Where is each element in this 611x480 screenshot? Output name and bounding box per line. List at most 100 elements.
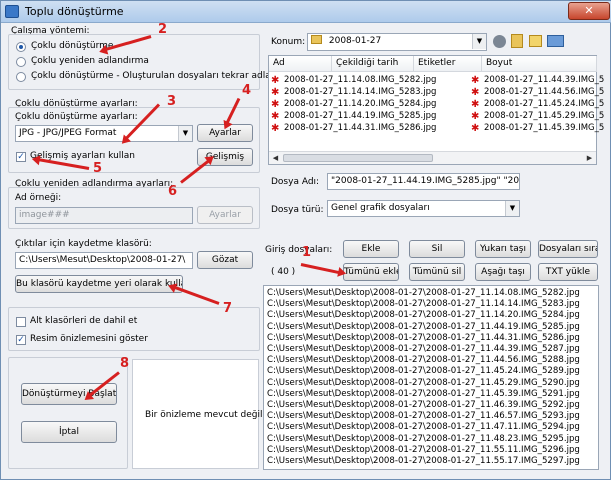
input-file-item[interactable]: C:\Users\Mesut\Desktop\2008-01-27\2008-0… — [267, 344, 580, 354]
radio-multi-convert[interactable] — [16, 42, 26, 52]
radio-convert-rename-label: Çoklu dönüştürme - Oluşturulan dosyaları… — [31, 71, 303, 81]
input-file-item[interactable]: C:\Users\Mesut\Desktop\2008-01-27\2008-0… — [267, 456, 580, 466]
filetype-label: Dosya türü: — [271, 205, 324, 215]
radio-multi-rename[interactable] — [16, 57, 26, 67]
file-item[interactable]: ✱ 2008-01-27_11.44.31.IMG_5286.jpg — [271, 122, 436, 135]
back-icon[interactable] — [493, 35, 506, 48]
new-folder-icon[interactable] — [529, 35, 542, 47]
file-item-label: 2008-01-27_11.14.08.IMG_5282.jpg — [284, 75, 437, 85]
subfolders-label: Alt klasörleri de dahil et — [30, 316, 138, 326]
input-file-item[interactable]: C:\Users\Mesut\Desktop\2008-01-27\2008-0… — [267, 310, 580, 320]
output-path-input[interactable]: C:\Users\Mesut\Desktop\2008-01-27\ — [15, 252, 193, 269]
input-file-item[interactable]: C:\Users\Mesut\Desktop\2008-01-27\2008-0… — [267, 355, 580, 365]
actions-group — [8, 357, 128, 469]
input-file-item[interactable]: C:\Users\Mesut\Desktop\2008-01-27\2008-0… — [267, 299, 580, 309]
folder-icon — [311, 35, 322, 44]
image-file-icon: ✱ — [471, 111, 480, 122]
preview-label: Resim önizlemesini göster — [30, 334, 148, 344]
input-file-item[interactable]: C:\Users\Mesut\Desktop\2008-01-27\2008-0… — [267, 366, 580, 376]
file-list[interactable]: Ad Çekildiği tarih Etiketler Boyut ✱ 2008… — [268, 55, 604, 165]
format-select[interactable]: JPG - JPG/JPEG Format ▼ — [15, 125, 193, 142]
rename-example-label: Ad örneği: — [15, 193, 62, 203]
input-file-item[interactable]: C:\Users\Mesut\Desktop\2008-01-27\2008-0… — [267, 445, 580, 455]
convert-settings-sublabel: Çoklu dönüştürme ayarları: — [15, 112, 138, 122]
input-file-item[interactable]: C:\Users\Mesut\Desktop\2008-01-27\2008-0… — [267, 333, 580, 343]
cancel-button[interactable]: İptal — [21, 421, 117, 443]
annotation-number: 5 — [93, 161, 103, 176]
close-button[interactable]: ✕ — [568, 2, 610, 20]
use-folder-button[interactable]: Bu klasörü kaydetme yeri olarak kullan — [15, 275, 183, 293]
image-file-icon: ✱ — [271, 99, 280, 110]
file-item[interactable]: ✱ 2008-01-27_11.45.39.IMG_5 — [471, 122, 604, 135]
annotation-number: 7 — [223, 301, 233, 316]
image-file-icon: ✱ — [471, 75, 480, 86]
column-tags[interactable]: Etiketler — [414, 56, 482, 72]
file-item-label: 2008-01-27_11.44.56.IMG_5 — [484, 87, 605, 97]
annotation-number: 6 — [168, 184, 178, 199]
batch-convert-window: Toplu dönüştürme ✕ Çalışma yöntemi: Çokl… — [0, 0, 611, 480]
file-item-label: 2008-01-27_11.44.19.IMG_5285.jpg — [284, 111, 437, 121]
input-files-list[interactable]: C:\Users\Mesut\Desktop\2008-01-27\2008-0… — [263, 285, 599, 470]
annotation-number: 1 — [302, 245, 312, 260]
file-item-label: 2008-01-27_11.45.29.IMG_5 — [484, 111, 605, 121]
annotation-number: 8 — [120, 356, 130, 371]
scroll-thumb[interactable] — [283, 154, 433, 162]
rename-example-input[interactable]: image### — [15, 207, 193, 224]
annotation-number: 2 — [158, 22, 168, 37]
annotation-number: 3 — [167, 94, 177, 109]
column-date-taken[interactable]: Çekildiği tarih — [332, 56, 414, 72]
sort-files-button[interactable]: Dosyaları sırala — [538, 240, 598, 258]
input-file-item[interactable]: C:\Users\Mesut\Desktop\2008-01-27\2008-0… — [267, 434, 580, 444]
location-label: Konum: — [271, 37, 306, 47]
window-title: Toplu dönüştürme — [25, 5, 124, 18]
input-file-item[interactable]: C:\Users\Mesut\Desktop\2008-01-27\2008-0… — [267, 411, 580, 421]
up-folder-icon[interactable] — [511, 34, 523, 48]
preview-checkbox[interactable]: ✓ — [16, 335, 26, 345]
chevron-down-icon: ▼ — [505, 201, 519, 216]
delete-all-button[interactable]: Tümünü sil — [409, 263, 465, 281]
move-up-button[interactable]: Yukarı taşı — [475, 240, 531, 258]
filetype-select[interactable]: Genel grafik dosyaları ▼ — [327, 200, 520, 217]
column-name[interactable]: Ad — [269, 56, 332, 72]
move-down-button[interactable]: Aşağı taşı — [475, 263, 531, 281]
advanced-checkbox[interactable]: ✓ — [16, 152, 26, 162]
column-size[interactable]: Boyut — [482, 56, 597, 72]
chevron-down-icon: ▼ — [178, 126, 192, 141]
format-select-value: JPG - JPG/JPEG Format — [19, 128, 117, 138]
location-value: 2008-01-27 — [328, 36, 382, 46]
annotation-arrow — [173, 285, 220, 305]
image-file-icon: ✱ — [271, 123, 280, 134]
input-files-count: ( 40 ) — [271, 267, 296, 277]
image-file-icon: ✱ — [271, 87, 280, 98]
preview-empty-text: Bir önizleme mevcut değil ! — [145, 410, 269, 420]
subfolders-checkbox[interactable] — [16, 317, 26, 327]
add-all-button[interactable]: Tümünü ekle — [343, 263, 399, 281]
file-item-label: 2008-01-27_11.45.39.IMG_5 — [484, 123, 605, 133]
input-file-item[interactable]: C:\Users\Mesut\Desktop\2008-01-27\2008-0… — [267, 400, 580, 410]
filename-label: Dosya Adı: — [271, 177, 320, 187]
chevron-down-icon: ▼ — [472, 34, 486, 49]
input-file-item[interactable]: C:\Users\Mesut\Desktop\2008-01-27\2008-0… — [267, 322, 580, 332]
input-file-item[interactable]: C:\Users\Mesut\Desktop\2008-01-27\2008-0… — [267, 389, 580, 399]
input-file-item[interactable]: C:\Users\Mesut\Desktop\2008-01-27\2008-0… — [267, 378, 580, 388]
file-item-label: 2008-01-27_11.44.31.IMG_5286.jpg — [284, 123, 437, 133]
rename-settings-button[interactable]: Ayarlar — [197, 206, 253, 224]
radio-convert-rename[interactable] — [16, 72, 26, 82]
file-list-scrollbar[interactable]: ◀ ▶ — [269, 151, 596, 164]
input-files-label: Giriş dosyaları: — [265, 245, 333, 255]
scroll-right-icon[interactable]: ▶ — [583, 152, 596, 164]
add-button[interactable]: Ekle — [343, 240, 399, 258]
file-item-label: 2008-01-27_11.14.14.IMG_5283.jpg — [284, 87, 437, 97]
view-menu-icon[interactable] — [547, 35, 564, 47]
filetype-value: Genel grafik dosyaları — [331, 203, 430, 213]
filename-input[interactable]: "2008-01-27_11.44.19.IMG_5285.jpg" "2008… — [327, 173, 520, 190]
delete-button[interactable]: Sil — [409, 240, 465, 258]
location-select[interactable]: 2008-01-27 ▼ — [307, 33, 487, 51]
load-txt-button[interactable]: TXT yükle — [538, 263, 598, 281]
input-file-item[interactable]: C:\Users\Mesut\Desktop\2008-01-27\2008-0… — [267, 422, 580, 432]
scroll-left-icon[interactable]: ◀ — [269, 152, 282, 164]
browse-button[interactable]: Gözat — [197, 251, 253, 269]
title-bar: Toplu dönüştürme ✕ — [1, 1, 611, 23]
image-file-icon: ✱ — [271, 111, 280, 122]
input-file-item[interactable]: C:\Users\Mesut\Desktop\2008-01-27\2008-0… — [267, 288, 580, 298]
